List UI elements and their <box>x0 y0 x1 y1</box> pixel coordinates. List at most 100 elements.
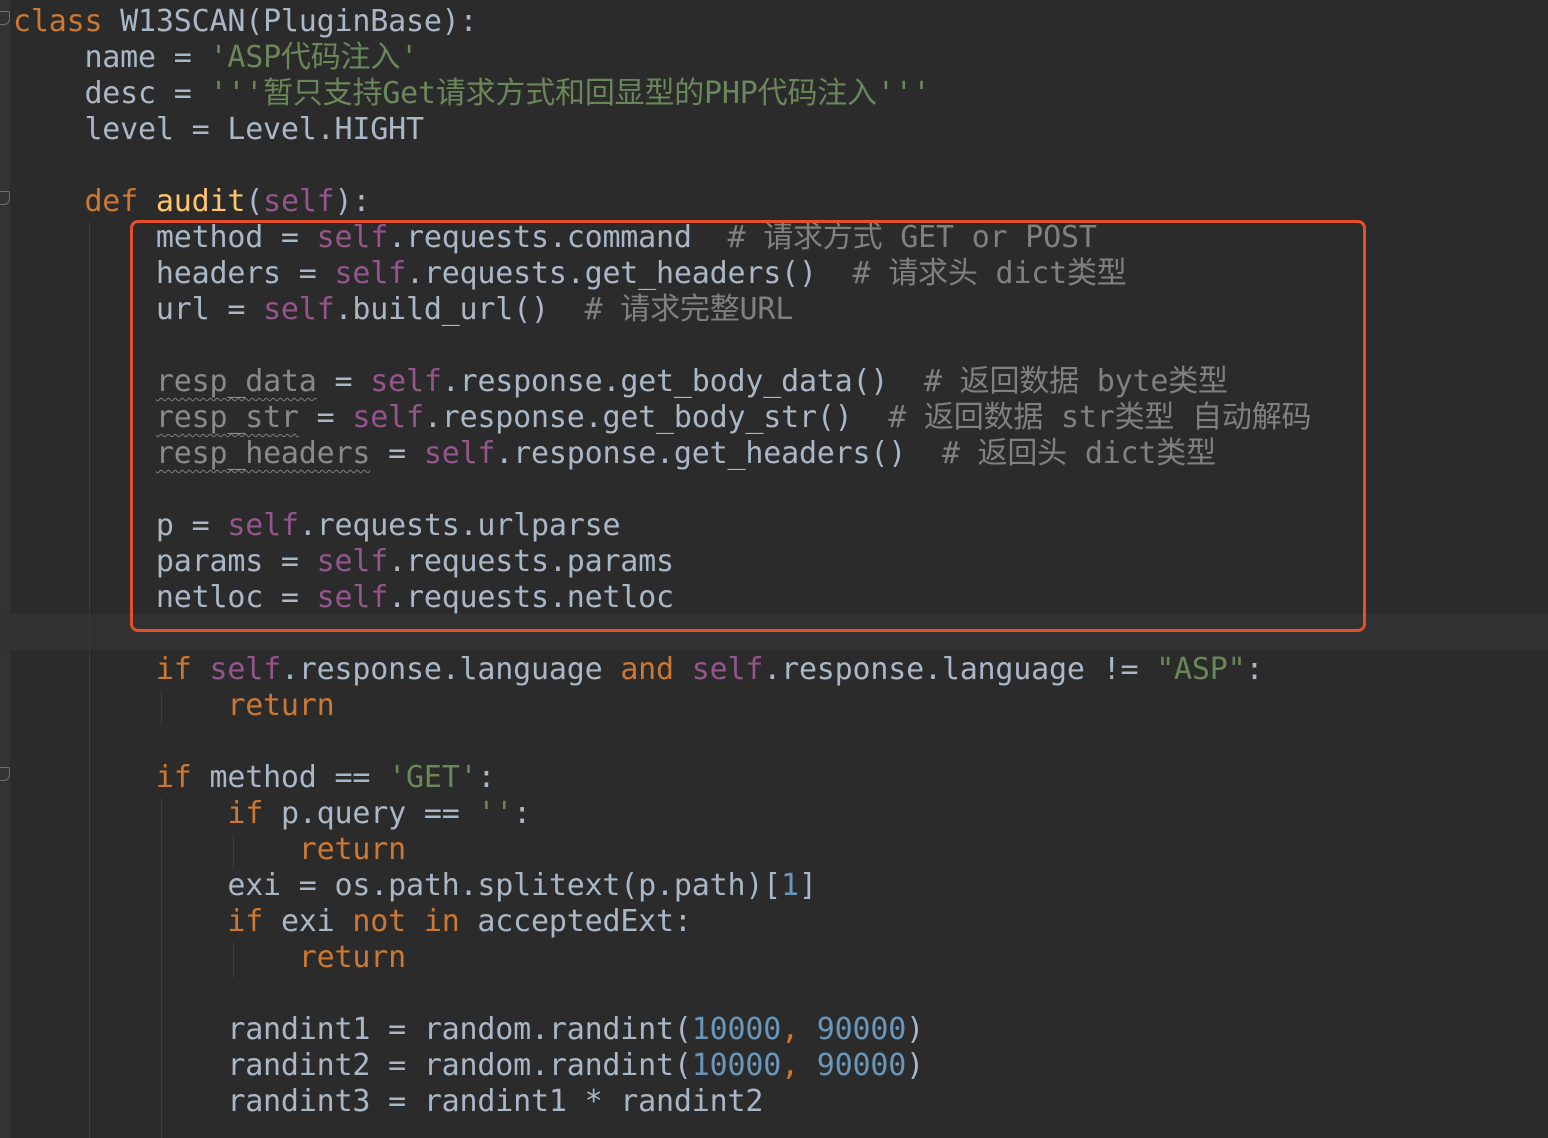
code-line[interactable]: desc = '''暂只支持Get请求方式和回显型的PHP代码注入''' <box>13 76 930 112</box>
code-token: exi = os.path.splitext(p.path)[ <box>13 868 782 903</box>
fold-def-icon[interactable] <box>0 191 10 205</box>
code-token: , <box>781 1012 817 1047</box>
code-line[interactable]: randint2 = random.randint(10000, 90000) <box>13 1048 924 1084</box>
code-token: exi <box>280 904 353 939</box>
code-token: self <box>370 364 442 399</box>
code-token: self <box>263 292 335 327</box>
code-token: resp_headers <box>155 436 371 471</box>
code-token: level = Level.HIGHT <box>13 112 424 147</box>
code-token: self <box>352 400 424 435</box>
code-token: self <box>334 256 407 291</box>
code-token: '' <box>477 796 514 831</box>
code-line[interactable]: return <box>13 688 335 724</box>
code-line[interactable]: randint1 = random.randint(10000, 90000) <box>13 1012 924 1048</box>
code-token: params = <box>13 544 317 579</box>
code-token: randint2 = random.randint( <box>13 1048 692 1083</box>
code-token: self <box>691 652 764 687</box>
code-token: , <box>781 1048 817 1083</box>
code-token: # 请求方式 GET or POST <box>727 220 1097 255</box>
code-token: 10000 <box>691 1048 782 1083</box>
code-token: self <box>316 220 389 255</box>
code-token: p = <box>13 508 228 543</box>
code-token: = <box>370 436 424 471</box>
code-token: audit <box>155 184 246 219</box>
code-token: name = <box>13 40 210 75</box>
code-line[interactable]: headers = self.requests.get_headers() # … <box>13 256 1127 292</box>
fold-if-icon[interactable] <box>0 767 10 781</box>
code-token: W13SCAN(PluginBase): <box>120 4 478 39</box>
code-line[interactable]: if p.query == '': <box>13 796 531 832</box>
code-token: acceptedExt: <box>477 904 692 939</box>
code-token: ) <box>906 1048 924 1083</box>
code-token: return <box>13 688 335 723</box>
code-token: if <box>13 796 281 831</box>
code-token: desc = <box>13 76 210 111</box>
code-token: .requests.urlparse <box>298 508 621 543</box>
code-token: '''暂只支持Get请求方式和回显型的PHP代码注入''' <box>209 76 931 111</box>
code-line[interactable]: p = self.requests.urlparse <box>13 508 621 544</box>
code-editor[interactable]: class W13SCAN(PluginBase): name = 'ASP代码… <box>0 0 1548 1138</box>
code-token: and <box>620 652 692 687</box>
code-token: : <box>477 760 496 795</box>
code-token: self <box>209 652 281 687</box>
code-token: = <box>316 364 371 399</box>
code-token: def <box>13 184 156 219</box>
code-token: 90000 <box>816 1048 907 1083</box>
code-token: ] <box>798 868 817 903</box>
code-line[interactable]: if method == 'GET': <box>13 760 496 796</box>
code-line[interactable]: params = self.requests.params <box>13 544 674 580</box>
code-line[interactable]: def audit(self): <box>13 184 370 220</box>
code-token: self <box>316 580 389 615</box>
code-token: # 返回头 dict类型 <box>941 436 1216 471</box>
code-token: not in <box>352 904 478 939</box>
code-token: randint3 = randint1 * randint2 <box>13 1084 764 1119</box>
code-token: randint1 = random.randint( <box>13 1012 692 1047</box>
code-token: # 请求完整URL <box>584 292 794 327</box>
code-token: if <box>13 904 281 939</box>
code-line[interactable]: exi = os.path.splitext(p.path)[1] <box>13 868 817 904</box>
code-token: resp_data <box>155 364 317 399</box>
code-token: 10000 <box>691 1012 782 1047</box>
code-token: 'GET' <box>388 760 478 795</box>
code-token: if <box>13 760 210 795</box>
code-line[interactable]: name = 'ASP代码注入' <box>13 40 418 76</box>
fold-class-icon[interactable] <box>0 11 10 25</box>
code-line[interactable]: return <box>13 832 406 868</box>
code-line[interactable]: netloc = self.requests.netloc <box>13 580 674 616</box>
code-line[interactable]: method = self.requests.command # 请求方式 GE… <box>13 220 1097 256</box>
code-line[interactable]: url = self.build_url() # 请求完整URL <box>13 292 793 328</box>
code-token: self <box>263 184 335 219</box>
code-token: .response.language <box>280 652 621 687</box>
code-line[interactable]: randint3 = randint1 * randint2 <box>13 1084 763 1120</box>
code-line[interactable]: if exi not in acceptedExt: <box>13 904 692 940</box>
code-line[interactable]: resp_data = self.response.get_body_data(… <box>13 364 1228 400</box>
code-token: headers = <box>13 256 335 291</box>
code-line[interactable]: level = Level.HIGHT <box>13 112 424 148</box>
code-token: url = <box>13 292 264 327</box>
code-line[interactable]: class W13SCAN(PluginBase): <box>13 4 478 40</box>
code-token: netloc = <box>13 580 317 615</box>
code-line[interactable]: return <box>13 940 406 976</box>
code-token: = <box>298 400 353 435</box>
code-token: resp_str <box>155 400 299 435</box>
code-token: return <box>13 832 406 867</box>
code-token: .response.get_body_str() <box>423 400 889 435</box>
code-token: 'ASP代码注入' <box>209 40 418 75</box>
code-token: # 请求头 dict类型 <box>852 256 1127 291</box>
code-token: : <box>1245 652 1264 687</box>
code-line[interactable]: resp_str = self.response.get_body_str() … <box>13 400 1312 436</box>
code-token: # 返回数据 byte类型 <box>923 364 1228 399</box>
code-token: # 返回数据 str类型 自动解码 <box>888 400 1312 435</box>
code-token: return <box>13 940 406 975</box>
code-token: "ASP" <box>1156 652 1246 687</box>
code-token: .response.language != <box>763 652 1157 687</box>
code-token: self <box>227 508 299 543</box>
code-token: ) <box>906 1012 924 1047</box>
code-line[interactable]: if self.response.language and self.respo… <box>13 652 1264 688</box>
code-token: method == <box>209 760 389 795</box>
code-token: : <box>513 796 532 831</box>
code-line[interactable]: resp_headers = self.response.get_headers… <box>13 436 1216 472</box>
editor-gutter <box>0 0 10 1138</box>
